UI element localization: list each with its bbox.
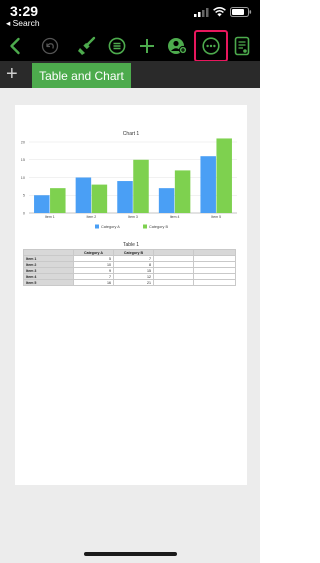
table-cell[interactable] [153, 279, 194, 286]
bar-category-a[interactable] [75, 177, 92, 214]
x-tick-label: Item 1 [45, 215, 55, 219]
y-tick-label: 0 [23, 211, 25, 215]
add-button[interactable] [136, 32, 158, 60]
bar-category-a[interactable] [200, 156, 216, 213]
status-icons [194, 7, 252, 17]
bar-chart[interactable]: 0 5 10 15 20 Item 1 Item 2 Item 3 Item 4 Item 5 C… [15, 135, 247, 235]
table-row: Item 5 16 21 [23, 279, 236, 286]
table-title: Table 1 [122, 242, 140, 248]
wifi-icon [213, 7, 226, 17]
undo-icon [41, 37, 59, 55]
back-button[interactable] [4, 32, 26, 60]
undo-button[interactable] [38, 32, 62, 60]
y-tick-label: 20 [21, 140, 25, 144]
document-canvas: Chart 1 0 5 10 15 20 Item 1 Item 2 Item 3 Item 4… [0, 88, 260, 563]
add-sheet-button[interactable]: + [6, 64, 18, 84]
table-cell[interactable] [193, 279, 236, 286]
bar-category-a[interactable] [34, 195, 50, 213]
x-tick-label: Item 5 [211, 215, 221, 219]
y-tick-label: 15 [21, 158, 25, 162]
cellular-signal-icon [194, 7, 209, 17]
y-tick-label: 5 [23, 194, 25, 198]
insert-list-icon [108, 37, 126, 55]
document-view-icon [234, 36, 250, 56]
highlight-frame [194, 30, 228, 62]
insert-list-button[interactable] [105, 32, 129, 60]
bar-category-b[interactable] [216, 138, 232, 213]
document-view-button[interactable] [231, 32, 253, 60]
back-chevron-icon [10, 37, 20, 55]
tab-table-and-chart[interactable]: Table and Chart [32, 63, 131, 88]
bar-category-b[interactable] [91, 184, 108, 213]
sheet-page: Chart 1 0 5 10 15 20 Item 1 Item 2 Item 3 Item 4… [15, 105, 247, 485]
status-time: 3:29 [10, 3, 39, 19]
format-button[interactable] [74, 32, 100, 60]
row-header-cell[interactable]: Item 5 [23, 279, 74, 286]
bar-category-b[interactable] [133, 159, 149, 213]
sheet-tab-bar: + Table and Chart [0, 61, 260, 88]
x-tick-label: Item 4 [170, 215, 180, 219]
bar-category-b[interactable] [50, 188, 66, 213]
collaborate-icon [168, 38, 187, 55]
table-cell[interactable]: 16 [73, 279, 114, 286]
collaborate-button[interactable] [165, 32, 189, 60]
add-icon [140, 39, 154, 53]
table-cell[interactable]: 21 [113, 279, 154, 286]
home-indicator [84, 552, 177, 556]
bar-category-a[interactable] [117, 181, 133, 213]
legend-label: Category B [149, 225, 168, 229]
legend-swatch [95, 224, 99, 229]
data-table[interactable]: Category A Category B Item 1 5 7 Item 2 … [23, 249, 236, 286]
legend-swatch [143, 224, 147, 229]
back-to-search-link[interactable]: ◂ Search [6, 18, 40, 29]
bar-category-a[interactable] [158, 188, 175, 213]
bar-category-b[interactable] [174, 170, 191, 213]
legend-label: Category A [101, 225, 120, 229]
x-tick-label: Item 2 [87, 215, 97, 219]
y-tick-label: 10 [21, 176, 25, 180]
x-tick-label: Item 3 [128, 215, 138, 219]
battery-icon [230, 7, 252, 17]
brush-icon [78, 36, 96, 55]
